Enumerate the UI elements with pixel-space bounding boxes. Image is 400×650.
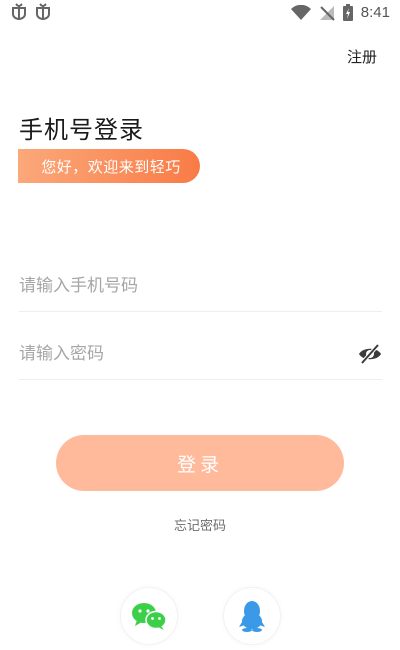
wechat-icon [132, 603, 167, 630]
debug-icon [12, 3, 26, 20]
register-link[interactable]: 注册 [347, 46, 377, 67]
login-screen: 8:41 注册 手机号登录 您好，欢迎来到轻巧 登录 忘记密码 [0, 0, 400, 650]
debug-icon [36, 3, 50, 20]
password-input[interactable] [19, 329, 339, 379]
status-notifications [10, 3, 52, 21]
battery-icon [342, 4, 353, 21]
password-field-container [19, 329, 382, 380]
status-bar: 8:41 [0, 0, 400, 28]
qq-login-button[interactable] [223, 587, 281, 645]
phone-input[interactable] [19, 261, 339, 311]
wechat-login-button[interactable] [120, 587, 178, 645]
phone-field-container [19, 261, 382, 312]
eye-off-icon[interactable] [358, 343, 382, 365]
login-button[interactable]: 登录 [56, 435, 344, 491]
no-signal-icon [319, 5, 335, 21]
status-indicators: 8:41 [290, 4, 390, 21]
wifi-icon [290, 4, 311, 20]
forgot-password-link[interactable]: 忘记密码 [0, 515, 400, 534]
welcome-text: 您好，欢迎来到轻巧 [41, 157, 181, 176]
qq-icon [239, 601, 265, 632]
page-title: 手机号登录 [19, 116, 144, 144]
welcome-banner: 您好，欢迎来到轻巧 [18, 149, 200, 183]
status-time: 8:41 [360, 4, 390, 21]
